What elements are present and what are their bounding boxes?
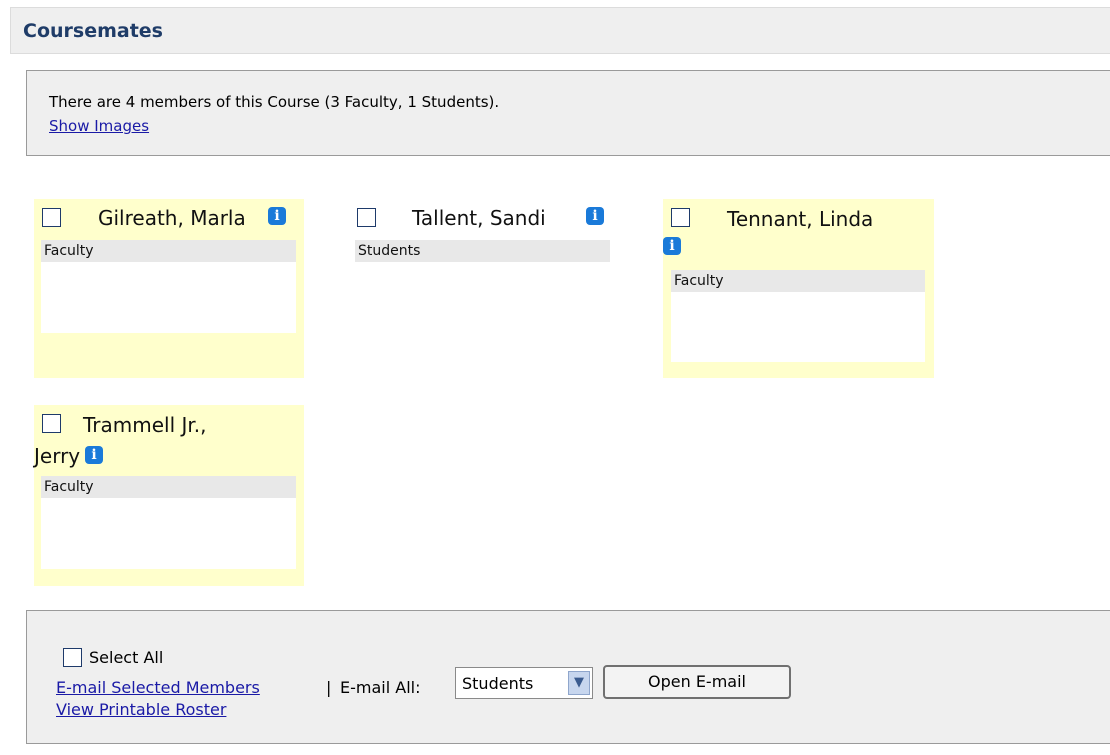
member-name: Tallent, Sandi — [412, 206, 546, 230]
member-card: Tallent, Sandi i Students — [348, 199, 618, 269]
member-name-line1: Trammell Jr., — [83, 413, 207, 437]
role-label: Faculty — [41, 476, 296, 498]
course-info-box: There are 4 members of this Course (3 Fa… — [26, 70, 1110, 156]
member-card: Trammell Jr., Jerry i Faculty — [34, 405, 304, 586]
select-all-label: Select All — [89, 648, 164, 667]
member-card: Tennant, Linda i Faculty — [663, 199, 934, 378]
email-all-selected-value: Students — [462, 674, 534, 693]
member-name-line2: Jerry — [34, 444, 81, 468]
chevron-down-icon[interactable]: ▼ — [568, 671, 590, 695]
info-icon[interactable]: i — [586, 207, 604, 225]
member-name: Gilreath, Marla — [98, 206, 246, 230]
member-checkbox[interactable] — [357, 208, 376, 227]
member-card: Gilreath, Marla i Faculty — [34, 199, 304, 378]
member-checkbox[interactable] — [42, 414, 61, 433]
member-checkbox[interactable] — [671, 208, 690, 227]
role-label: Faculty — [671, 270, 925, 292]
role-label: Students — [355, 240, 610, 262]
email-all-select[interactable]: Students ▼ — [455, 667, 593, 699]
member-checkbox[interactable] — [42, 208, 61, 227]
role-label: Faculty — [41, 240, 296, 262]
page-title: Coursemates — [23, 20, 163, 42]
info-icon[interactable]: i — [85, 446, 103, 464]
section-header: Coursemates — [10, 7, 1110, 54]
email-selected-members-link[interactable]: E-mail Selected Members — [56, 678, 260, 697]
role-box: Faculty — [41, 476, 296, 569]
member-summary: There are 4 members of this Course (3 Fa… — [49, 93, 500, 111]
info-icon[interactable]: i — [663, 237, 681, 255]
separator: | — [326, 678, 332, 697]
open-email-button[interactable]: Open E-mail — [603, 665, 791, 699]
role-box: Faculty — [671, 270, 925, 362]
show-images-link[interactable]: Show Images — [49, 117, 149, 135]
member-name: Tennant, Linda — [727, 207, 874, 231]
role-box: Faculty — [41, 240, 296, 333]
role-box: Students — [355, 240, 610, 262]
select-all-checkbox[interactable] — [63, 648, 82, 667]
view-printable-roster-link[interactable]: View Printable Roster — [56, 700, 226, 719]
footer-actions: Select All E-mail Selected Members | E-m… — [26, 610, 1110, 744]
email-all-label: E-mail All: — [340, 678, 421, 697]
info-icon[interactable]: i — [268, 207, 286, 225]
